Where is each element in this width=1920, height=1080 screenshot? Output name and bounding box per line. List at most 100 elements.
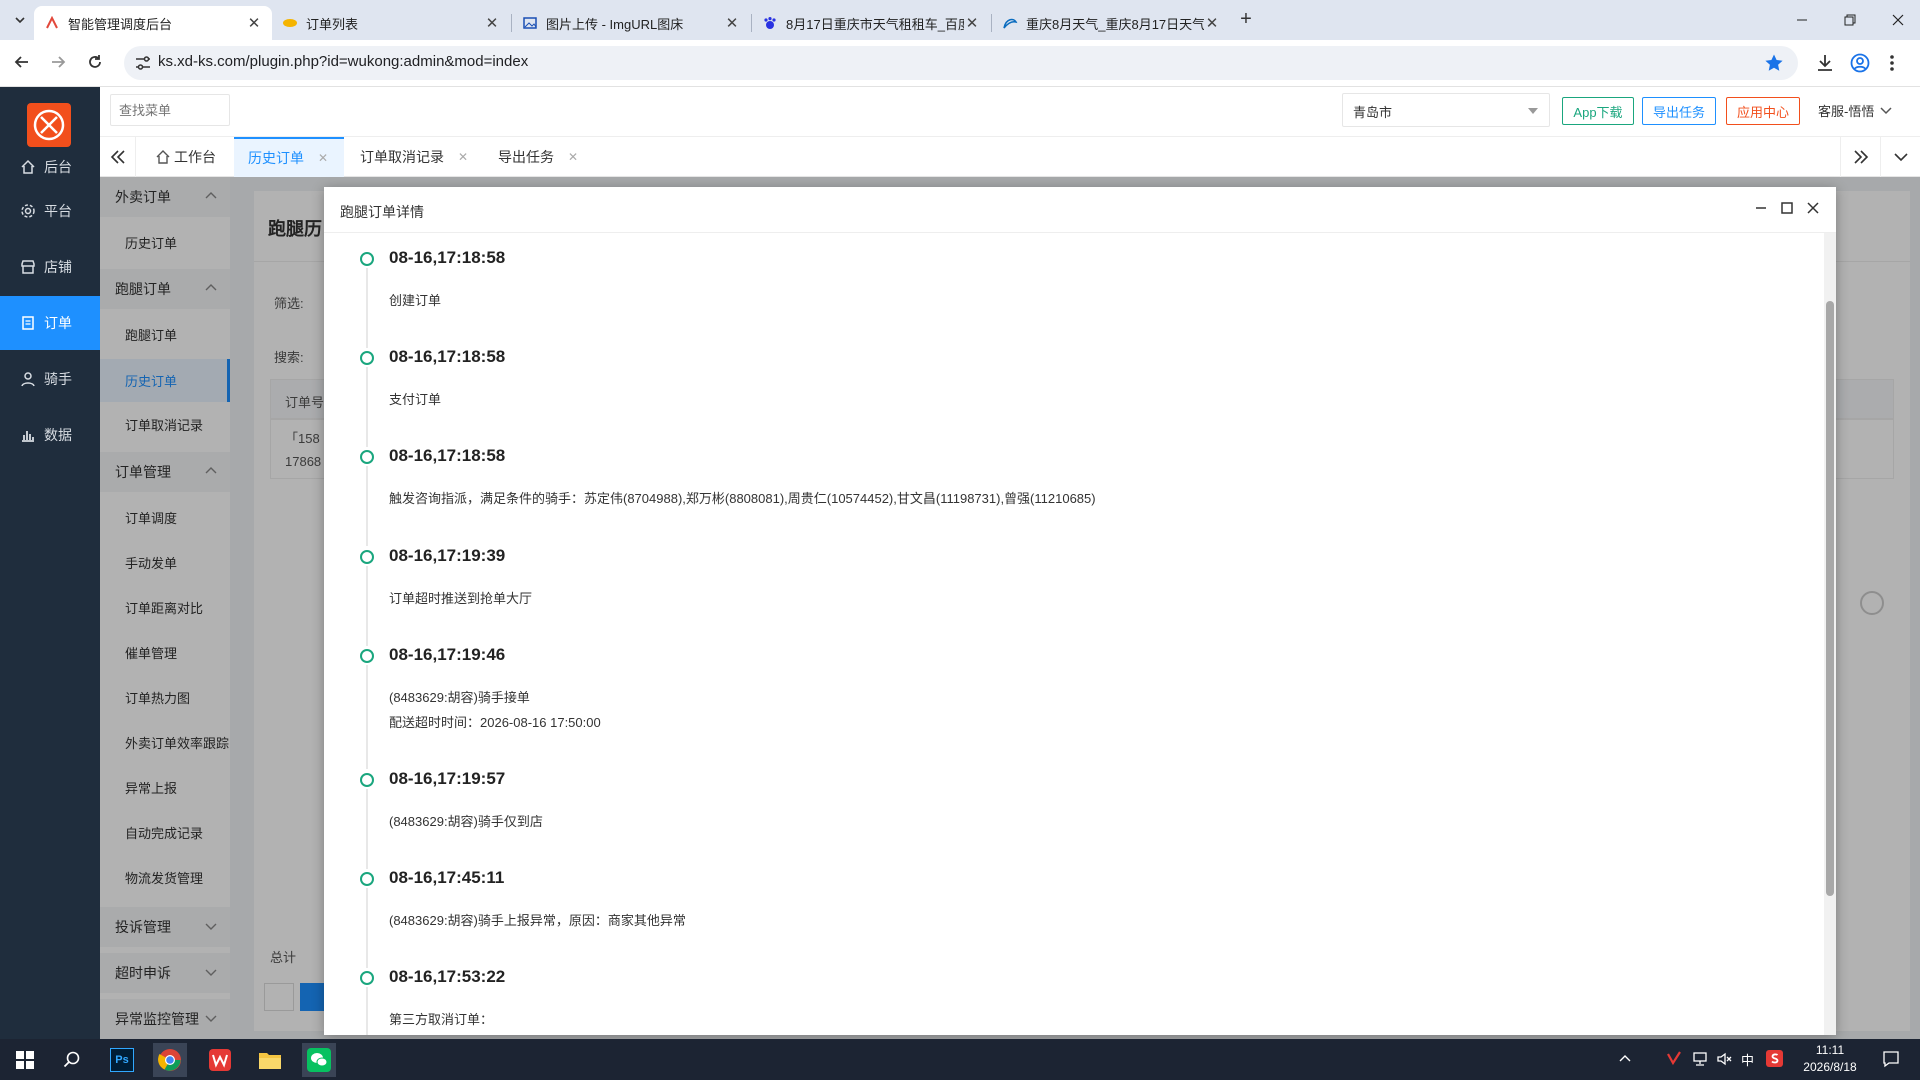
back-button[interactable]	[12, 52, 32, 72]
tab-workbench[interactable]: 工作台	[142, 137, 230, 177]
tab-cancel-records[interactable]: 订单取消记录 ✕	[346, 137, 482, 177]
taskbar-file-explorer[interactable]	[253, 1043, 287, 1077]
tray-volume[interactable]	[1716, 1051, 1732, 1067]
export-task-button[interactable]: 导出任务	[1642, 97, 1716, 125]
bar-chart-icon	[22, 431, 34, 442]
minimize-window-button[interactable]	[1790, 10, 1814, 30]
timeline-dot	[360, 450, 374, 464]
taskbar-wps[interactable]	[203, 1043, 237, 1077]
close-icon[interactable]: ✕	[318, 151, 328, 165]
rail-item-label: 订单	[44, 315, 72, 331]
downloads-button[interactable]	[1814, 52, 1836, 74]
timeline-text-line: 配送超时时间：2026-08-16 17:50:00	[389, 715, 601, 730]
tray-ime[interactable]: 中	[1741, 1050, 1754, 1069]
dialog-minimize-button[interactable]	[1754, 201, 1768, 215]
chrome-icon	[158, 1049, 181, 1071]
close-icon[interactable]: ✕	[568, 150, 578, 164]
tray-sogou[interactable]	[1766, 1050, 1783, 1067]
tab-search-button[interactable]	[8, 8, 32, 32]
app-center-button[interactable]: 应用中心	[1726, 97, 1800, 125]
timeline-line	[366, 466, 368, 546]
close-icon[interactable]: ✕	[1204, 14, 1220, 32]
close-window-button[interactable]	[1886, 10, 1910, 30]
city-select[interactable]: 青岛市	[1342, 93, 1550, 127]
profile-button[interactable]	[1849, 52, 1871, 74]
collapse-sidebar-button[interactable]	[100, 137, 136, 177]
rail-item-rider[interactable]: 骑手	[0, 352, 100, 406]
close-icon[interactable]: ✕	[246, 14, 262, 32]
browser-tab-0[interactable]: 智能管理调度后台 ✕	[34, 6, 272, 40]
timeline-line	[366, 367, 368, 447]
dialog-close-button[interactable]	[1806, 201, 1820, 215]
tray-expand-button[interactable]	[1618, 1051, 1632, 1065]
rail-item-platform[interactable]: 平台	[0, 184, 100, 238]
reload-button[interactable]	[85, 52, 105, 72]
rail-item-label: 骑手	[44, 371, 72, 387]
close-icon[interactable]: ✕	[484, 14, 500, 32]
new-tab-button[interactable]: +	[1234, 8, 1258, 32]
timeline-time: 08-16,17:19:39	[389, 546, 506, 565]
dialog-scrollbar[interactable]	[1824, 233, 1836, 1035]
user-menu[interactable]: 客服-悟悟	[1818, 101, 1892, 120]
rail-item-orders[interactable]: 订单	[0, 296, 100, 350]
tab-history-orders[interactable]: 历史订单 ✕	[234, 137, 344, 177]
start-button[interactable]	[8, 1043, 42, 1077]
search-button[interactable]	[55, 1043, 89, 1077]
timeline-line	[366, 268, 368, 348]
timeline-dot	[360, 971, 374, 985]
rail-item-store[interactable]: 店铺	[0, 240, 100, 294]
chevron-down-icon	[1880, 106, 1892, 114]
user-icon	[21, 372, 35, 387]
site-info-icon[interactable]	[134, 55, 152, 71]
tab-export-tasks[interactable]: 导出任务 ✕	[484, 137, 592, 177]
timeline-dot	[360, 872, 374, 886]
dialog-title: 跑腿订单详情	[340, 204, 424, 220]
browser-tab-4[interactable]: 重庆8月天气_重庆8月17日天气 ✕	[992, 6, 1230, 40]
wps-icon	[209, 1049, 231, 1071]
bookmark-star-icon[interactable]	[1764, 53, 1784, 73]
rail-item-data[interactable]: 数据	[0, 408, 100, 462]
browser-tab-title: 8月17日重庆市天气租租车_百度	[786, 16, 964, 32]
tray-network[interactable]	[1692, 1051, 1708, 1067]
handshake-favicon-icon	[282, 15, 298, 31]
clock-time: 11:11	[1815, 1043, 1845, 1057]
photoshop-icon: Ps	[110, 1048, 134, 1072]
timeline-line	[366, 665, 368, 769]
tabs-menu-button[interactable]	[1880, 137, 1920, 177]
app-download-button[interactable]: App下载	[1562, 97, 1634, 125]
restore-window-button[interactable]	[1838, 10, 1862, 30]
close-icon[interactable]: ✕	[458, 150, 468, 164]
scroll-tabs-right-button[interactable]	[1840, 137, 1880, 177]
forward-button[interactable]	[48, 52, 68, 72]
close-icon[interactable]: ✕	[964, 14, 980, 32]
timeline-time: 08-16,17:53:22	[389, 967, 506, 986]
timeline-dot	[360, 773, 374, 787]
download-icon	[1818, 55, 1832, 71]
dialog-maximize-button[interactable]	[1780, 201, 1794, 215]
close-icon[interactable]: ✕	[724, 14, 740, 32]
url-text: ks.xd-ks.com/plugin.php?id=wukong:admin&…	[158, 53, 529, 70]
windows-logo-icon	[16, 1051, 34, 1069]
menu-search-input[interactable]	[110, 94, 230, 126]
browser-tab-2[interactable]: 图片上传 - ImgURL图床 ✕	[512, 6, 750, 40]
timeline-text: 订单超时推送到抢单大厅	[389, 591, 533, 606]
restore-icon	[1844, 14, 1856, 26]
page-tabs-bar: 工作台 历史订单 ✕ 订单取消记录 ✕ 导出任务 ✕	[100, 137, 1920, 177]
folder-icon	[259, 1053, 281, 1069]
browser-tab-3[interactable]: 8月17日重庆市天气租租车_百度 ✕	[752, 6, 990, 40]
timeline-text: 支付订单	[389, 392, 442, 407]
timeline-time: 08-16,17:45:11	[389, 868, 505, 887]
notification-icon	[1883, 1051, 1899, 1068]
scrollbar-thumb[interactable]	[1826, 301, 1834, 896]
taskbar-chrome[interactable]	[153, 1043, 187, 1077]
reload-icon	[89, 55, 101, 68]
taskbar-wechat[interactable]	[302, 1043, 336, 1077]
browser-menu-button[interactable]	[1888, 52, 1896, 74]
notification-button[interactable]	[1882, 1050, 1900, 1068]
tray-antivirus[interactable]	[1666, 1051, 1682, 1067]
browser-tab-1[interactable]: 订单列表 ✕	[272, 6, 510, 40]
taskbar-photoshop[interactable]: Ps	[105, 1043, 139, 1077]
browser-tab-title: 图片上传 - ImgURL图床	[546, 16, 684, 32]
timeline-time: 08-16,17:19:57	[389, 769, 506, 788]
tray-clock[interactable]: 11:11 2026/8/18	[1800, 1042, 1860, 1076]
